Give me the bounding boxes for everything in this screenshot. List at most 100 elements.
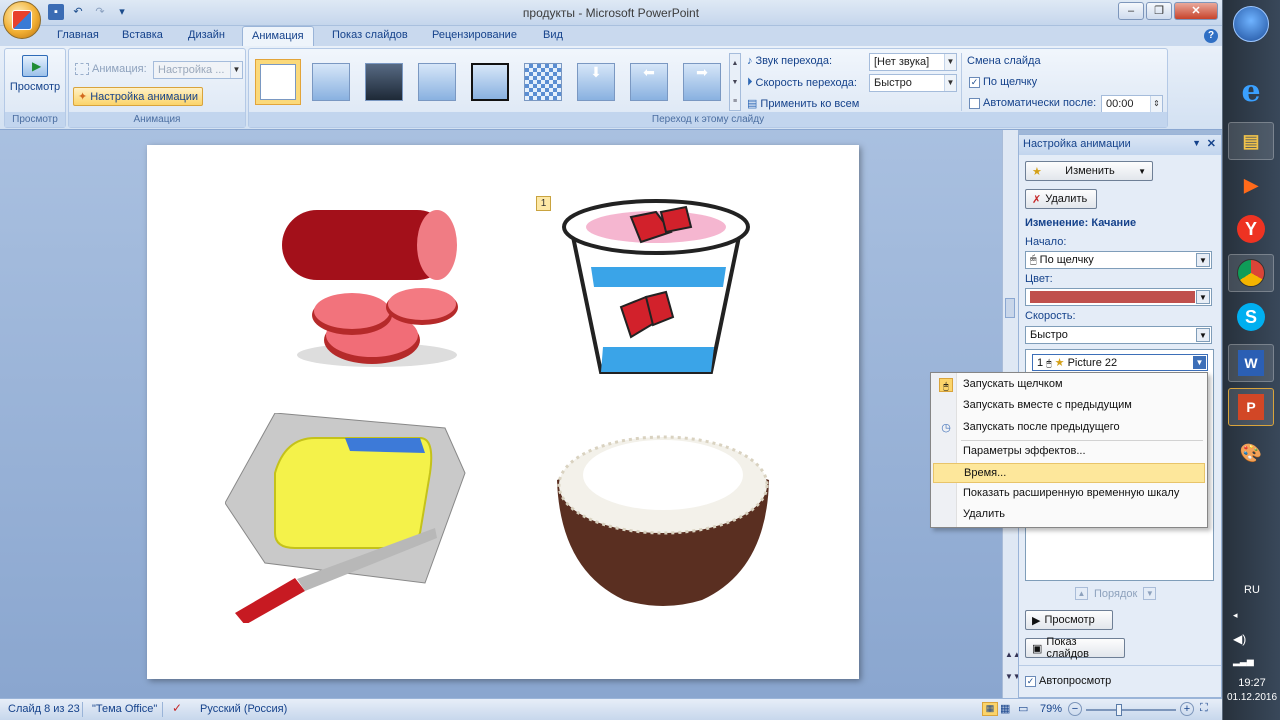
chrome-icon[interactable] (1228, 254, 1274, 292)
custom-animation-button[interactable]: ✦ Настройка анимации (73, 87, 204, 106)
tab-view[interactable]: Вид (543, 29, 563, 41)
skype-icon[interactable]: S (1228, 298, 1274, 336)
zoom-slider-thumb[interactable] (1116, 704, 1122, 716)
menu-start-after-previous[interactable]: ◷ Запускать после предыдущего (933, 418, 1205, 438)
preview-button[interactable]: ▶ Просмотр (9, 53, 61, 109)
zoom-in-icon[interactable]: + (1180, 702, 1194, 716)
pane-menu-icon[interactable]: ▼ (1192, 138, 1201, 148)
chevron-down-icon[interactable]: ▼ (1193, 356, 1206, 369)
transition-cut-thumb[interactable] (414, 59, 460, 105)
maximize-button[interactable]: ❐ (1146, 2, 1172, 20)
yandex-icon[interactable]: Y (1228, 210, 1274, 248)
customize-qat-icon[interactable]: ▾ (114, 4, 130, 20)
tab-review[interactable]: Рецензирование (432, 29, 517, 41)
apply-all-button[interactable]: ▤ Применить ко всем (747, 97, 859, 111)
status-divider (82, 702, 83, 717)
remove-effect-button[interactable]: ✗ Удалить (1025, 189, 1097, 209)
volume-icon[interactable]: ◀) (1233, 632, 1246, 646)
explorer-icon[interactable]: ▤ (1228, 122, 1274, 160)
color-select[interactable]: ▼ (1025, 288, 1212, 306)
tab-insert[interactable]: Вставка (122, 29, 163, 41)
sausage-image[interactable] (277, 205, 477, 375)
slide-canvas[interactable]: 1 (147, 145, 859, 679)
transition-wipe-left-thumb[interactable]: ⬅ (626, 59, 672, 105)
auto-after-checkbox[interactable]: Автоматически после: (969, 97, 1096, 109)
play-button[interactable]: ▶ Просмотр (1025, 610, 1113, 630)
undo-icon[interactable]: ↶ (70, 4, 86, 20)
close-button[interactable]: ✕ (1174, 2, 1218, 20)
zoom-level[interactable]: 79% (1040, 703, 1062, 715)
language[interactable]: Русский (Россия) (200, 703, 287, 715)
word-icon[interactable]: W (1228, 344, 1274, 382)
media-player-icon[interactable]: ▶ (1228, 166, 1274, 204)
on-click-checkbox[interactable]: ✓ По щелчку (969, 76, 1037, 88)
group-transition-label: Переход к этому слайду (249, 112, 1167, 127)
paint-icon[interactable]: 🎨 (1228, 434, 1274, 472)
tab-animation[interactable]: Анимация (242, 26, 314, 46)
menu-item-label: Параметры эффектов... (963, 445, 1086, 457)
scroll-thumb[interactable] (1005, 298, 1015, 318)
pane-close-icon[interactable]: ✕ (1207, 137, 1216, 150)
slideshow-view-icon[interactable]: ▭ (1018, 702, 1028, 715)
menu-remove[interactable]: Удалить (933, 505, 1205, 525)
auto-after-spinner[interactable]: 00:00 ⇕ (1101, 95, 1163, 113)
transition-wipe-right-thumb[interactable]: ➡ (679, 59, 725, 105)
menu-start-with-previous[interactable]: Запускать вместе с предыдущим (933, 396, 1205, 416)
help-icon[interactable]: ? (1204, 29, 1218, 43)
spellcheck-icon[interactable]: ✓ (172, 701, 182, 715)
tab-slideshow[interactable]: Показ слайдов (332, 29, 408, 41)
fit-to-window-icon[interactable]: ⛶ (1200, 702, 1208, 715)
network-icon[interactable]: ▂▃▅ (1233, 656, 1254, 667)
clock-time[interactable]: 19:27 (1223, 677, 1280, 689)
minimize-button[interactable]: – (1118, 2, 1144, 20)
transition-cut-black-thumb[interactable] (467, 59, 513, 105)
menu-show-advanced-timeline[interactable]: Показать расширенную временную шкалу (933, 484, 1205, 504)
tab-home[interactable]: Главная (57, 29, 99, 41)
keyboard-language[interactable]: RU (1223, 584, 1280, 596)
transition-fade-black-thumb[interactable] (361, 59, 407, 105)
gallery-scroll[interactable]: ▲ ▼ ≡ (729, 53, 741, 111)
slide-sorter-icon[interactable]: ▦ (1000, 702, 1010, 715)
move-down-icon[interactable]: ▼ (1143, 587, 1157, 600)
speed-select[interactable]: Быстро ▼ (869, 74, 957, 92)
custom-animation-icon: ✦ (78, 91, 88, 103)
tray-expand-icon[interactable]: ◂ (1233, 610, 1238, 621)
start-select[interactable]: 🖱 По щелчку ▼ (1025, 251, 1212, 269)
menu-timing[interactable]: Время... (933, 463, 1205, 483)
normal-view-icon[interactable]: ▦ (982, 702, 998, 716)
save-icon[interactable]: ▪ (48, 4, 64, 20)
menu-start-on-click[interactable]: 🖱 Запускать щелчком (933, 375, 1205, 395)
animate-select[interactable]: Настройка ... ▼ (153, 61, 243, 79)
zoom-out-icon[interactable]: − (1068, 702, 1082, 716)
transition-dissolve-thumb[interactable] (520, 59, 566, 105)
office-button[interactable] (3, 1, 41, 39)
menu-effect-options[interactable]: Параметры эффектов... (933, 442, 1205, 462)
clock-date[interactable]: 01.12.2016 (1223, 692, 1280, 703)
effect-heading: Изменение: Качание (1025, 217, 1137, 229)
slide-counter: Слайд 8 из 23 (8, 703, 80, 715)
animation-list-item[interactable]: 1 🖱 ★ Picture 22 ▼ (1032, 354, 1208, 371)
start-button[interactable] (1233, 6, 1269, 42)
butter-image[interactable] (225, 413, 470, 623)
autopreview-checkbox[interactable]: ✓ Автопросмотр (1025, 675, 1111, 687)
redo-icon[interactable]: ↷ (92, 4, 108, 20)
zoom-slider[interactable] (1086, 704, 1176, 716)
speed-select-pane[interactable]: Быстро ▼ (1025, 326, 1212, 344)
animation-marker[interactable]: 1 (536, 196, 551, 211)
transition-fade-thumb[interactable] (308, 59, 354, 105)
slideshow-label: Показ слайдов (1046, 636, 1089, 660)
transition-none-thumb[interactable] (255, 59, 301, 105)
sound-select[interactable]: [Нет звука] ▼ (869, 53, 957, 71)
color-swatch (1030, 291, 1195, 303)
slideshow-button[interactable]: ▣ Показ слайдов (1025, 636, 1125, 660)
cottage-cheese-image[interactable] (552, 430, 774, 610)
move-up-icon[interactable]: ▲ (1075, 587, 1088, 600)
ie-icon[interactable]: e (1228, 72, 1274, 110)
preview-label: Просмотр (9, 81, 61, 93)
yogurt-image[interactable] (561, 197, 751, 381)
change-effect-button[interactable]: ★ Изменить ▼ (1025, 161, 1153, 181)
transition-wipe-down-thumb[interactable]: ⬇ (573, 59, 619, 105)
tab-design[interactable]: Дизайн (188, 29, 225, 41)
powerpoint-icon[interactable]: P (1228, 388, 1274, 426)
animate-label-row: Анимация: (75, 63, 147, 75)
